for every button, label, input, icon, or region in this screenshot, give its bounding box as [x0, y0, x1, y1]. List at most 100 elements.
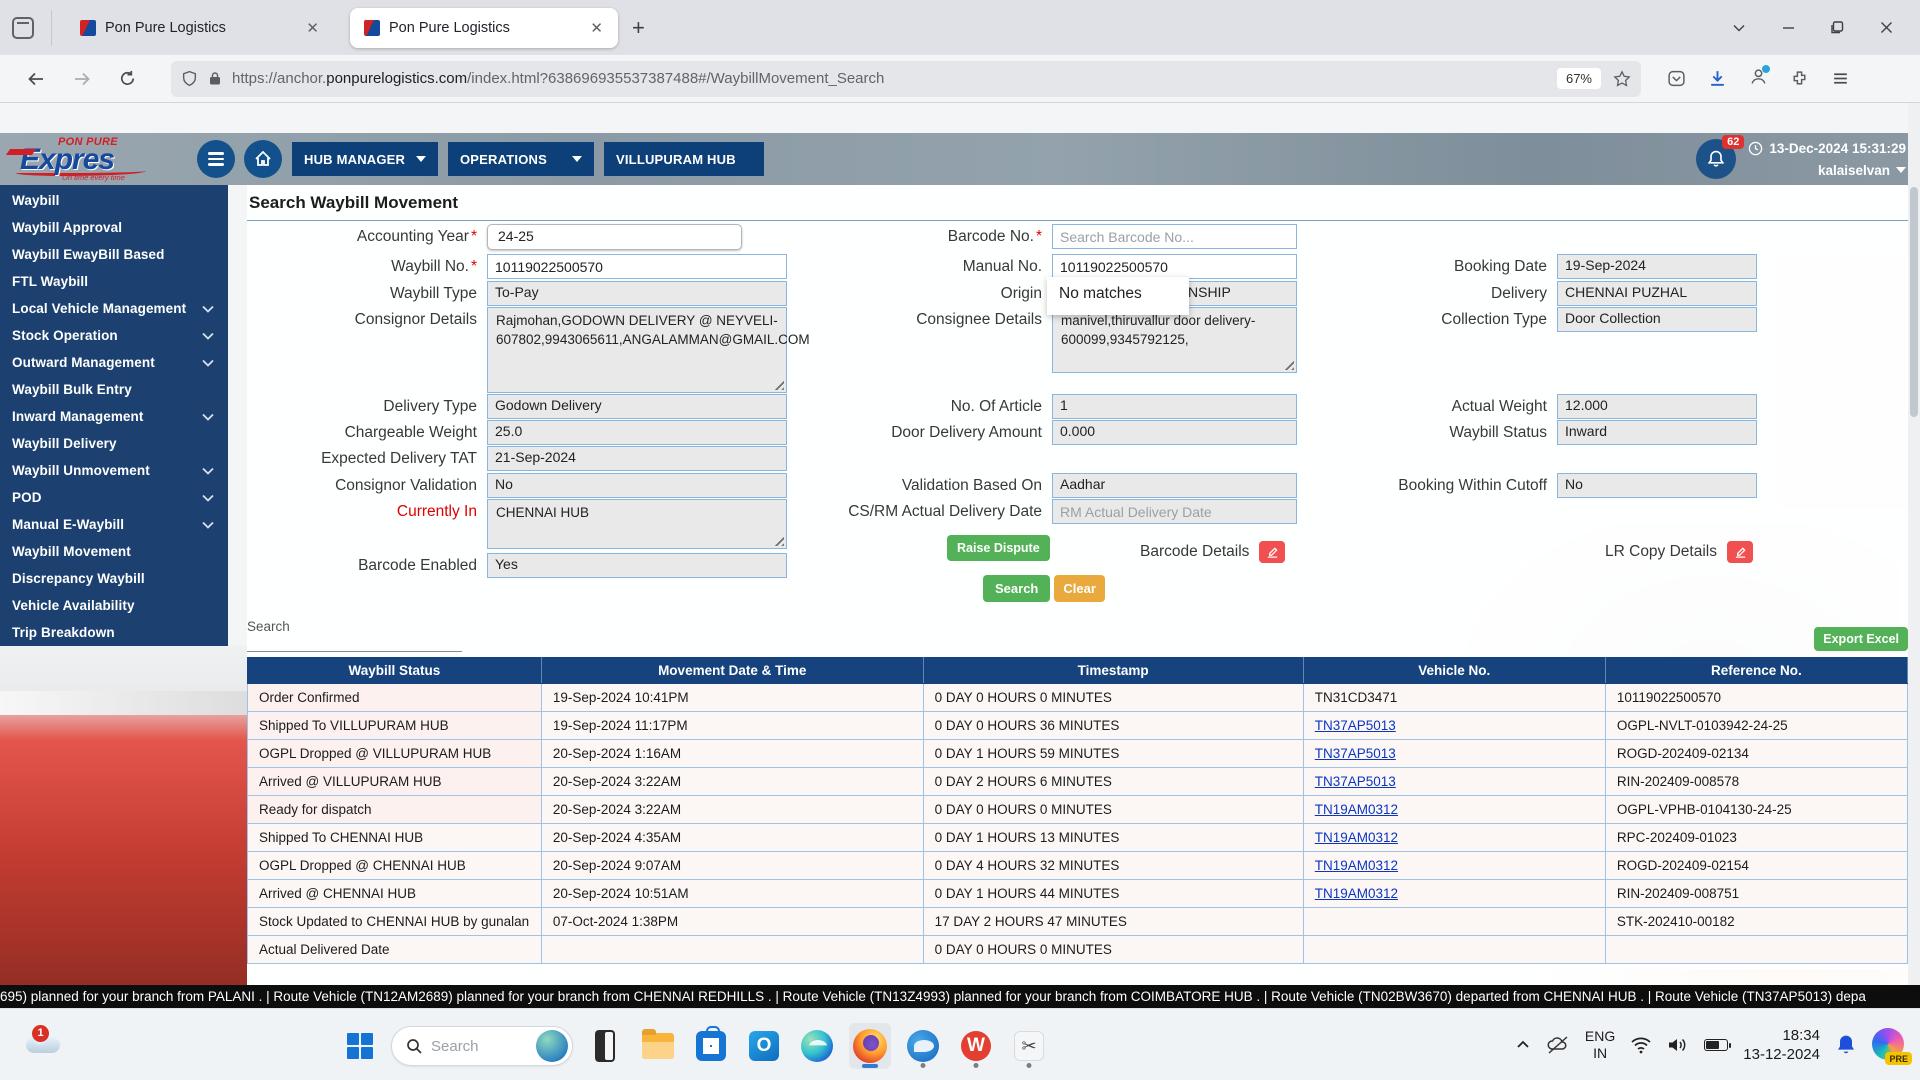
page-scrollbar[interactable] [1908, 103, 1920, 985]
taskbar-search-input[interactable] [431, 1038, 531, 1055]
onedrive-offline-icon[interactable] [1546, 1035, 1570, 1055]
window-minimize-button[interactable] [1781, 20, 1796, 35]
vehicle-link[interactable]: TN37AP5013 [1315, 718, 1396, 733]
taskbar-snipping-tool-icon[interactable]: ✂ [1008, 1023, 1050, 1069]
account-icon[interactable] [1749, 67, 1768, 91]
csrm-actual-delivery-date-input[interactable] [1052, 499, 1297, 524]
extensions-icon[interactable] [1790, 69, 1809, 88]
role-dropdown[interactable]: HUB MANAGER [292, 142, 438, 176]
bookmark-star-icon[interactable] [1613, 70, 1631, 88]
taskbar-microsoft-store-icon[interactable] [690, 1023, 732, 1069]
menu-icon[interactable] [1831, 69, 1850, 88]
manual-no-input[interactable] [1052, 254, 1297, 279]
volume-icon[interactable] [1667, 1036, 1689, 1054]
user-menu[interactable]: kalaiselvan [1818, 163, 1906, 178]
sidebar-item-vehicle-availability[interactable]: Vehicle Availability [0, 592, 228, 619]
search-button[interactable]: Search [983, 575, 1050, 602]
table-row: OGPL Dropped @ CHENNAI HUB20-Sep-2024 9:… [248, 852, 1908, 880]
sidebar-item-waybill-bulk-entry[interactable]: Waybill Bulk Entry [0, 376, 228, 403]
downloads-icon[interactable] [1708, 69, 1727, 88]
tracking-shield-icon[interactable] [181, 70, 198, 87]
forward-button[interactable] [72, 69, 92, 89]
copilot-button[interactable]: PRE [1872, 1028, 1906, 1062]
lock-icon[interactable] [208, 71, 222, 86]
running-app-dot [921, 1063, 926, 1068]
site-favicon [364, 20, 380, 36]
vehicle-link[interactable]: TN19AM0312 [1315, 858, 1398, 873]
window-maximize-button[interactable] [1830, 20, 1845, 35]
pocket-icon[interactable] [1667, 69, 1686, 88]
reload-button[interactable] [118, 69, 137, 88]
sidebar-item-manual-e-waybill[interactable]: Manual E-Waybill [0, 511, 228, 538]
sidebar-item-discrepancy-waybill[interactable]: Discrepancy Waybill [0, 565, 228, 592]
sidebar-item-waybill[interactable]: Waybill [0, 187, 228, 214]
vehicle-link[interactable]: TN19AM0312 [1315, 802, 1398, 817]
sidebar-item-trip-breakdown[interactable]: Trip Breakdown [0, 619, 228, 646]
currently-in-textarea[interactable]: CHENNAI HUB [487, 499, 787, 549]
sidebar-item-waybill-ewaybill-based[interactable]: Waybill EwayBill Based [0, 241, 228, 268]
barcode-no-input[interactable] [1052, 224, 1297, 249]
sidebar-item-waybill-unmovement[interactable]: Waybill Unmovement [0, 457, 228, 484]
tab-close-icon[interactable]: ✕ [301, 17, 324, 39]
language-indicator[interactable]: ENGIN [1585, 1028, 1615, 1062]
raise-dispute-button[interactable]: Raise Dispute [947, 535, 1050, 561]
taskbar-edge-icon[interactable] [796, 1023, 838, 1069]
taskbar-widgets-button[interactable]: 1 [24, 1025, 68, 1065]
tab-overview-button[interactable] [12, 10, 52, 46]
module-dropdown[interactable]: OPERATIONS [448, 142, 594, 176]
sidebar-item-waybill-movement[interactable]: Waybill Movement [0, 538, 228, 565]
sidebar-item-local-vehicle-management[interactable]: Local Vehicle Management [0, 295, 228, 322]
browser-tab-1[interactable]: Pon Pure Logistics ✕ [66, 8, 334, 48]
barcode-details-edit-button[interactable] [1259, 541, 1285, 563]
sidebar-item-outward-management[interactable]: Outward Management [0, 349, 228, 376]
zoom-indicator[interactable]: 67% [1557, 68, 1601, 89]
taskbar-outlook-icon[interactable]: O [743, 1023, 785, 1069]
consignor-details-textarea[interactable]: Rajmohan,GODOWN DELIVERY @ NEYVELI-60780… [487, 307, 787, 393]
scrollbar-thumb[interactable] [1910, 187, 1918, 417]
lr-copy-details-edit-button[interactable] [1727, 541, 1753, 563]
notifications-button[interactable]: 62 [1696, 139, 1736, 179]
battery-icon[interactable] [1704, 1039, 1728, 1051]
validation-based-on-field: Aadhar [1052, 473, 1297, 498]
start-button[interactable] [340, 1026, 380, 1066]
sidebar-item-waybill-delivery[interactable]: Waybill Delivery [0, 430, 228, 457]
browser-tab-2-active[interactable]: Pon Pure Logistics ✕ [350, 8, 618, 48]
waybill-no-input[interactable] [487, 254, 787, 279]
export-excel-button[interactable]: Export Excel [1814, 627, 1908, 651]
sidebar-item-waybill-approval[interactable]: Waybill Approval [0, 214, 228, 241]
window-close-button[interactable] [1879, 20, 1894, 35]
no-of-article-field: 1 [1052, 394, 1297, 419]
taskbar-firefox-icon-active[interactable] [849, 1023, 891, 1069]
table-row: Order Confirmed19-Sep-2024 10:41PM0 DAY … [248, 684, 1908, 712]
menu-toggle-button[interactable] [197, 140, 235, 178]
clear-button[interactable]: Clear [1054, 575, 1105, 602]
tray-chevron-up-icon[interactable] [1515, 1037, 1531, 1053]
tray-clock[interactable]: 18:3413-12-2024 [1743, 1026, 1820, 1065]
vehicle-link[interactable]: TN37AP5013 [1315, 746, 1396, 761]
vehicle-link[interactable]: TN19AM0312 [1315, 830, 1398, 845]
sidebar-item-stock-operation[interactable]: Stock Operation [0, 322, 228, 349]
hub-selector[interactable]: VILLUPURAM HUB [604, 142, 764, 176]
vehicle-link[interactable]: TN19AM0312 [1315, 886, 1398, 901]
taskbar-search[interactable] [391, 1026, 573, 1066]
sidebar-item-ftl-waybill[interactable]: FTL Waybill [0, 268, 228, 295]
taskbar-wps-office-icon[interactable]: W [955, 1023, 997, 1069]
tab-close-icon[interactable]: ✕ [585, 17, 608, 39]
home-button[interactable] [244, 140, 282, 178]
vehicle-link[interactable]: TN37AP5013 [1315, 774, 1396, 789]
new-tab-button[interactable]: + [618, 15, 659, 41]
tab-list-chevron-icon[interactable] [1731, 20, 1747, 36]
wifi-icon[interactable] [1630, 1036, 1652, 1054]
url-bar[interactable]: https://anchor.ponpurelogistics.com/inde… [171, 61, 1641, 97]
tray-notification-bell-icon[interactable] [1835, 1033, 1857, 1057]
table-search-input[interactable] [247, 636, 462, 652]
sidebar-item-inward-management[interactable]: Inward Management [0, 403, 228, 430]
manual-no-label: Manual No. [802, 254, 1052, 279]
back-button[interactable] [26, 69, 46, 89]
sidebar-item-pod[interactable]: POD [0, 484, 228, 511]
consignee-details-textarea[interactable]: manivel,thiruvallur door delivery-600099… [1052, 307, 1297, 373]
taskbar-file-explorer-icon[interactable] [637, 1023, 679, 1069]
taskbar-phone-link-icon[interactable] [584, 1023, 626, 1069]
taskbar-thunderbird-icon[interactable] [902, 1023, 944, 1069]
accounting-year-select[interactable]: 24-25 [487, 224, 742, 250]
